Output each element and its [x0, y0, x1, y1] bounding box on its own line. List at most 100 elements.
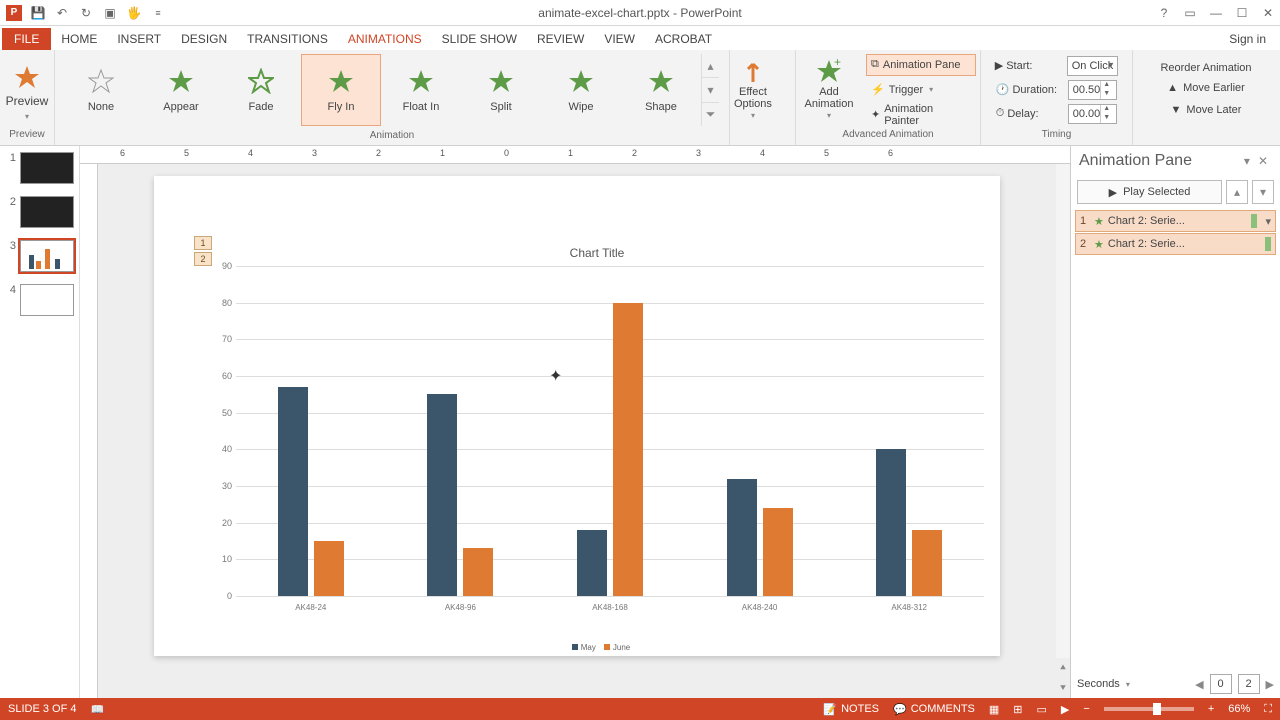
animation-shape[interactable]: Shape	[621, 54, 701, 126]
timeline-prev-icon[interactable]: ◀	[1195, 678, 1203, 691]
save-icon[interactable]: 💾	[30, 5, 46, 21]
spellcheck-icon[interactable]: 📖	[90, 703, 104, 716]
zoom-slider[interactable]	[1104, 707, 1194, 711]
comments-button[interactable]: 💬 COMMENTS	[893, 703, 975, 716]
chart-bar[interactable]	[763, 508, 793, 596]
pane-close-icon[interactable]: ✕	[1254, 154, 1272, 168]
tab-animations[interactable]: ANIMATIONS	[338, 28, 432, 50]
maximize-icon[interactable]: ☐	[1234, 5, 1250, 21]
slide-canvas[interactable]: 1 2 Chart Title 0102030405060708090AK48-…	[154, 176, 1000, 656]
trigger-button[interactable]: ⚡ Trigger ▾	[866, 79, 976, 101]
start-from-beginning-icon[interactable]: ▣	[102, 5, 118, 21]
next-slide-icon[interactable]: ⯆	[1056, 678, 1070, 698]
slide-counter[interactable]: SLIDE 3 OF 4	[8, 703, 76, 715]
slideshow-view-icon[interactable]: ▶	[1061, 703, 1069, 716]
prev-slide-icon[interactable]: ⯅	[1056, 658, 1070, 678]
undo-icon[interactable]: ↶	[54, 5, 70, 21]
move-down-button[interactable]: ▾	[1252, 180, 1274, 204]
sign-in-link[interactable]: Sign in	[1215, 28, 1280, 50]
animation-pane-button[interactable]: ⧉ Animation Pane	[866, 54, 976, 76]
animation-wipe[interactable]: Wipe	[541, 54, 621, 126]
minimize-icon[interactable]: —	[1208, 5, 1224, 21]
tab-insert[interactable]: INSERT	[107, 28, 171, 50]
workspace: 1 2 3 4 6543210123456 1 2 Chart Title 01…	[0, 146, 1280, 698]
item-dropdown-icon[interactable]: ▾	[1261, 215, 1271, 228]
chart-bar[interactable]	[876, 449, 906, 596]
chevron-down-icon: ▾	[827, 112, 831, 121]
editor-vertical-scrollbar[interactable]	[1056, 164, 1070, 658]
chart-bar[interactable]	[912, 530, 942, 596]
spin-up-icon[interactable]: ▲	[1100, 105, 1112, 114]
window-controls: ? ▭ — ☐ ✕	[1156, 5, 1276, 21]
move-later-button[interactable]: ▼Move Later	[1171, 100, 1242, 120]
delay-spinner[interactable]: 00.00▲▼	[1068, 104, 1118, 124]
tab-review[interactable]: REVIEW	[527, 28, 594, 50]
animation-float-in[interactable]: Float In	[381, 54, 461, 126]
spin-down-icon[interactable]: ▼	[1100, 90, 1112, 99]
tab-slideshow[interactable]: SLIDE SHOW	[432, 28, 527, 50]
animation-split[interactable]: Split	[461, 54, 541, 126]
animation-appear[interactable]: Appear	[141, 54, 221, 126]
ribbon-display-icon[interactable]: ▭	[1182, 5, 1198, 21]
chart-object[interactable]: Chart Title 0102030405060708090AK48-24AK…	[210, 246, 984, 624]
chart-bar[interactable]	[613, 303, 643, 596]
slide-thumb-1[interactable]	[20, 152, 74, 184]
preview-button[interactable]: Preview ▾	[0, 58, 54, 121]
fit-to-window-icon[interactable]: ⛶	[1264, 703, 1272, 716]
redo-icon[interactable]: ↻	[78, 5, 94, 21]
play-selected-button[interactable]: ▶Play Selected	[1077, 180, 1222, 204]
gallery-more-icon[interactable]: ⏷	[702, 103, 719, 126]
spin-down-icon[interactable]: ▼	[1100, 114, 1112, 123]
zoom-level[interactable]: 66%	[1228, 703, 1250, 715]
add-animation-label: Add Animation	[805, 86, 854, 110]
notes-button[interactable]: 📝 NOTES	[823, 703, 879, 716]
duration-spinner[interactable]: 00.50▲▼	[1068, 80, 1118, 100]
floatin-star-icon	[407, 67, 435, 95]
chart-bar[interactable]	[278, 387, 308, 596]
entrance-star-icon: ★	[1094, 238, 1104, 251]
slide-thumb-2[interactable]	[20, 196, 74, 228]
tab-view[interactable]: VIEW	[594, 28, 645, 50]
sorter-view-icon[interactable]: ⊞	[1013, 703, 1022, 716]
group-label-preview: Preview	[0, 129, 54, 145]
chart-bar[interactable]	[727, 479, 757, 596]
chart-bar[interactable]	[314, 541, 344, 596]
add-animation-button[interactable]: + Add Animation ▾	[796, 52, 862, 127]
tab-home[interactable]: HOME	[51, 28, 107, 50]
qat-customize-icon[interactable]: ≡	[150, 5, 166, 21]
zoom-out-icon[interactable]: −	[1083, 703, 1089, 715]
effect-options-button[interactable]: Effect Options ▾	[730, 52, 776, 127]
chevron-down-icon: ▾	[751, 112, 755, 121]
pane-options-icon[interactable]: ▾	[1240, 154, 1254, 168]
slide-thumb-4[interactable]	[20, 284, 74, 316]
zoom-in-icon[interactable]: +	[1208, 703, 1214, 715]
tab-transitions[interactable]: TRANSITIONS	[237, 28, 338, 50]
normal-view-icon[interactable]: ▦	[989, 703, 999, 716]
animation-fade[interactable]: Fade	[221, 54, 301, 126]
chart-bar[interactable]	[427, 394, 457, 596]
gallery-up-icon[interactable]: ▴	[702, 54, 719, 78]
chevron-down-icon[interactable]: ▾	[1126, 680, 1130, 689]
animation-list-item[interactable]: 2★Chart 2: Serie...	[1075, 233, 1276, 255]
animation-painter-button[interactable]: ✦ Animation Painter	[866, 104, 976, 126]
help-icon[interactable]: ?	[1156, 5, 1172, 21]
animation-list-item[interactable]: 1★Chart 2: Serie...▾	[1075, 210, 1276, 232]
slide-thumb-3[interactable]	[20, 240, 74, 272]
timeline-next-icon[interactable]: ▶	[1266, 678, 1274, 691]
tab-acrobat[interactable]: ACROBAT	[645, 28, 722, 50]
animation-fly-in[interactable]: Fly In	[301, 54, 381, 126]
animation-none[interactable]: None	[61, 54, 141, 126]
move-earlier-button[interactable]: ▲Move Earlier	[1167, 78, 1245, 98]
start-combo[interactable]: On Click	[1067, 56, 1119, 76]
group-reorder: Reorder Animation ▲Move Earlier ▼Move La…	[1133, 50, 1279, 145]
move-up-button[interactable]: ▴	[1226, 180, 1248, 204]
chart-bar[interactable]	[577, 530, 607, 596]
tab-file[interactable]: FILE	[2, 28, 51, 50]
reading-view-icon[interactable]: ▭	[1037, 703, 1047, 716]
tab-design[interactable]: DESIGN	[171, 28, 237, 50]
close-icon[interactable]: ✕	[1260, 5, 1276, 21]
spin-up-icon[interactable]: ▲	[1100, 81, 1112, 90]
chart-bar[interactable]	[463, 548, 493, 596]
gallery-down-icon[interactable]: ▾	[702, 78, 719, 102]
touch-mode-icon[interactable]: 🖐	[126, 5, 142, 21]
